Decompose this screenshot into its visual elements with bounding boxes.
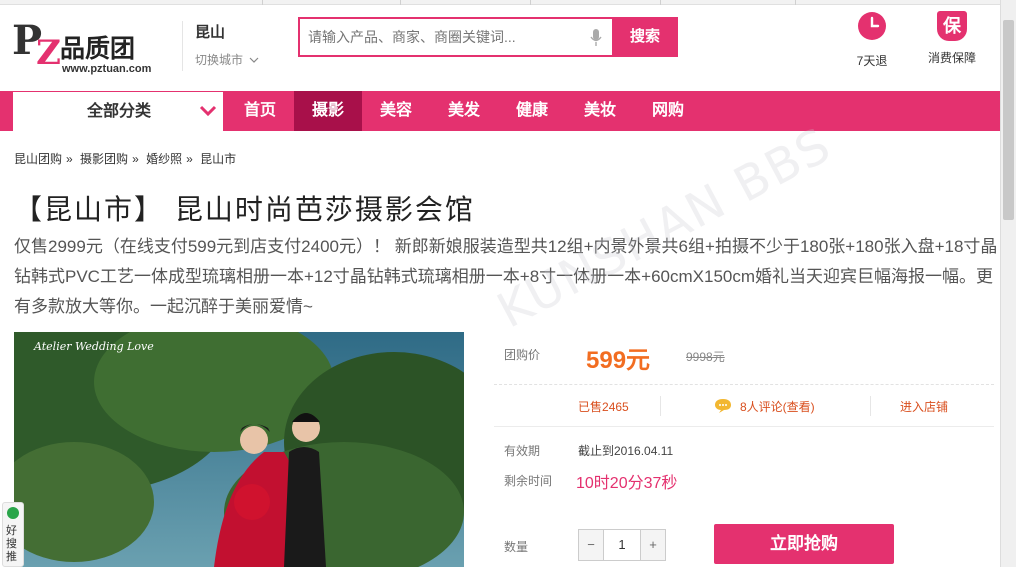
recommend-widget[interactable]: 好搜推: [2, 502, 24, 567]
buy-now-button[interactable]: 立即抢购: [714, 524, 894, 564]
breadcrumb-separator: »: [66, 152, 73, 166]
divider: [870, 396, 871, 416]
scrollbar-thumb[interactable]: [1003, 20, 1014, 220]
microphone-icon[interactable]: [590, 29, 602, 47]
reviews-link[interactable]: 8人评论(查看): [740, 398, 815, 415]
search-bar: 搜索: [298, 17, 678, 57]
deal-photo[interactable]: Atelier Wedding Love: [14, 332, 464, 567]
quantity-stepper: − 1 +: [578, 529, 666, 561]
breadcrumb-current[interactable]: 昆山市: [200, 152, 236, 166]
remaining-time-label: 剩余时间: [504, 474, 553, 488]
search-button[interactable]: 搜索: [612, 17, 678, 57]
service-label: 消费保障: [927, 51, 976, 65]
city-selector[interactable]: 昆山 切换城市: [182, 21, 259, 71]
city-switch[interactable]: 切换城市: [195, 51, 259, 68]
breadcrumb-link[interactable]: 昆山团购: [14, 152, 62, 166]
nav-item-photography[interactable]: 摄影: [294, 91, 362, 131]
shield-badge-icon: 保: [937, 11, 967, 41]
nav-item-beauty[interactable]: 美容: [362, 91, 430, 131]
logo-url: www.pztuan.com: [62, 63, 152, 75]
recommend-widget-label: 好搜推: [6, 525, 17, 563]
nav-item-hair[interactable]: 美发: [430, 91, 498, 131]
site-logo[interactable]: PZ 品质团 www.pztuan.com: [12, 15, 162, 85]
divider: [660, 396, 661, 416]
chevron-down-icon: [199, 105, 217, 117]
enter-shop-link[interactable]: 进入店铺: [900, 398, 948, 415]
breadcrumb-link[interactable]: 婚纱照: [146, 152, 182, 166]
photo-caption: Atelier Wedding Love: [34, 340, 154, 353]
nav-item-online-shop[interactable]: 网购: [634, 91, 702, 131]
logo-brand: 品质团: [60, 35, 136, 63]
nav-item-home[interactable]: 首页: [226, 91, 294, 131]
site-header: PZ 品质团 www.pztuan.com 昆山 切换城市 搜索 7天退 保 消…: [0, 5, 1000, 91]
shield-badge-text: 保: [943, 16, 961, 36]
countdown-timer: 10时20分37秒: [576, 475, 678, 492]
city-name: 昆山: [195, 24, 226, 41]
validity-label: 有效期: [504, 444, 541, 458]
quantity-decrease-button[interactable]: −: [579, 530, 603, 560]
deal-title: 【昆山市】 昆山时尚芭莎摄影会馆: [14, 193, 475, 226]
search-input[interactable]: [300, 19, 610, 55]
service-7day-return[interactable]: 7天退: [848, 11, 896, 69]
breadcrumb: 昆山团购 » 摄影团购 » 婚纱照 » 昆山市: [14, 150, 240, 167]
validity-value: 截止到2016.04.11: [578, 444, 674, 458]
breadcrumb-separator: »: [186, 152, 193, 166]
status-dot-icon: [7, 507, 19, 519]
quantity-increase-button[interactable]: +: [641, 530, 665, 560]
service-label: 7天退: [856, 54, 888, 68]
page-scrollbar[interactable]: [1000, 0, 1016, 567]
comment-bubble-icon: [715, 399, 731, 413]
divider: [494, 384, 994, 385]
remaining-time-row: 剩余时间 10时20分37秒: [504, 472, 984, 492]
breadcrumb-link[interactable]: 摄影团购: [80, 152, 128, 166]
clock-icon: [858, 12, 886, 40]
deal-price: 599元: [586, 347, 651, 374]
quantity-label: 数量: [504, 540, 529, 554]
price-row: 团购价 599元 9998元: [504, 346, 984, 374]
validity-row: 有效期 截止到2016.04.11: [504, 442, 984, 459]
all-categories-dropdown[interactable]: 全部分类: [12, 91, 224, 131]
price-label: 团购价: [504, 348, 541, 362]
stats-row: 已售2465 8人评论(查看) 进入店铺: [494, 396, 994, 416]
breadcrumb-separator: »: [132, 152, 139, 166]
original-price: 9998元: [686, 350, 725, 364]
quantity-input[interactable]: 1: [603, 530, 641, 560]
sold-count: 已售2465: [578, 400, 629, 414]
nav-item-health[interactable]: 健康: [498, 91, 566, 131]
divider: [494, 426, 994, 427]
service-consumer-protection[interactable]: 保 消费保障: [920, 11, 984, 66]
nav-item-makeup[interactable]: 美妆: [566, 91, 634, 131]
wedding-photo-image: [14, 332, 464, 567]
chevron-down-icon: [249, 57, 259, 63]
city-switch-label: 切换城市: [195, 53, 244, 67]
main-nav: 全部分类 首页 摄影 美容 美发 健康 美妆 网购: [0, 91, 1006, 131]
all-categories-label: 全部分类: [87, 103, 152, 120]
logo-initials: PZ: [12, 17, 61, 73]
